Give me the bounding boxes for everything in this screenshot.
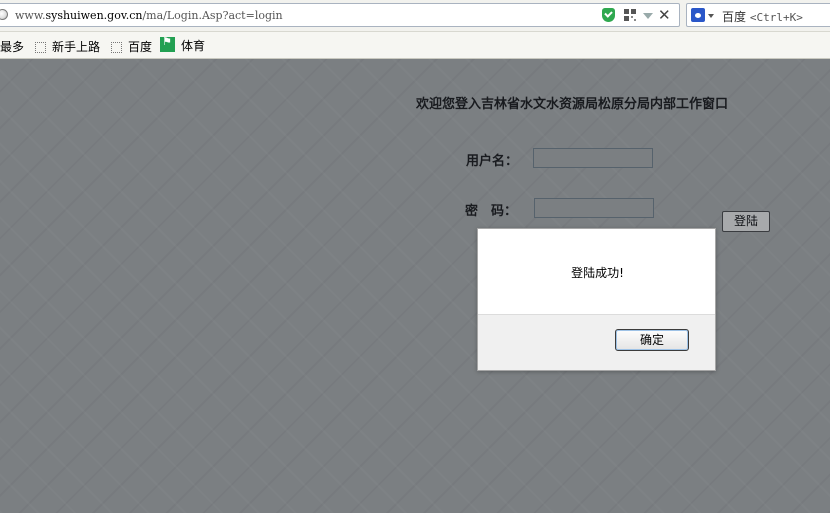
ok-button[interactable]: 确定 <box>615 329 689 351</box>
bookmark-label: 新手上路 <box>52 40 101 54</box>
shield-icon[interactable] <box>602 8 615 22</box>
url-field[interactable]: www.syshuiwen.gov.cn/ma/Login.Asp?act=lo… <box>0 3 680 27</box>
url-domain: syshuiwen.gov.cn <box>45 9 143 22</box>
bookmark-label: 百度 <box>128 40 153 54</box>
address-bar-row: www.syshuiwen.gov.cn/ma/Login.Asp?act=lo… <box>0 0 830 32</box>
page-icon <box>111 42 122 53</box>
url-prefix: www. <box>15 9 46 22</box>
url-path: /ma/Login.Asp?act=login <box>142 9 283 22</box>
search-engine-name: 百度 <box>722 10 747 24</box>
close-icon[interactable]: ✕ <box>658 6 671 24</box>
sports-icon <box>160 35 175 52</box>
dialog-footer: 确定 <box>478 314 715 370</box>
search-box[interactable]: 百度 <Ctrl+K> <box>686 3 830 27</box>
search-engine-label: 百度 <Ctrl+K> <box>722 8 803 25</box>
dialog-message: 登陆成功! <box>571 266 624 280</box>
chevron-down-icon[interactable] <box>708 14 714 18</box>
search-hint: <Ctrl+K> <box>749 11 803 24</box>
bookmark-getting-started[interactable]: 新手上路 <box>35 38 100 55</box>
qr-code-icon[interactable] <box>624 9 636 21</box>
bookmark-most-visited[interactable]: 访问最多 <box>0 38 24 55</box>
bookmarks-bar: 访问最多 新手上路 百度 体育 <box>0 32 830 59</box>
page-icon <box>35 42 46 53</box>
dropdown-icon[interactable] <box>643 13 653 19</box>
bookmark-sports[interactable]: 体育 <box>160 35 206 54</box>
globe-icon <box>0 9 8 20</box>
alert-dialog: 登陆成功! 确定 <box>477 228 716 371</box>
bookmark-label: 体育 <box>181 39 206 53</box>
baidu-paw-icon[interactable] <box>691 8 705 22</box>
bookmark-baidu[interactable]: 百度 <box>111 38 152 55</box>
bookmark-label: 访问最多 <box>0 40 25 54</box>
url-text[interactable]: www.syshuiwen.gov.cn/ma/Login.Asp?act=lo… <box>15 9 283 22</box>
